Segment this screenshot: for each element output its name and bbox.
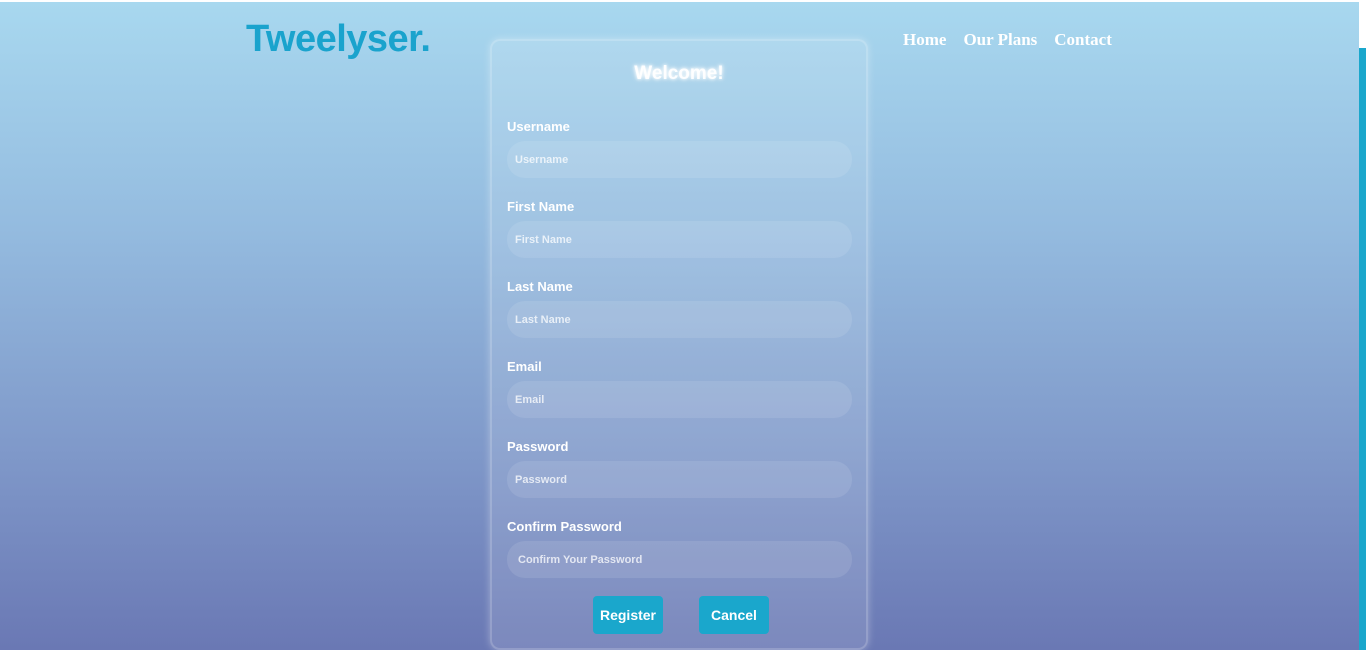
scrollbar-accent [1359, 48, 1366, 650]
email-label: Email [507, 359, 542, 374]
last-name-group: Last Name [507, 279, 852, 338]
password-input[interactable] [507, 461, 852, 498]
last-name-input[interactable] [507, 301, 852, 338]
password-group: Password [507, 439, 852, 498]
main-nav: Home Our Plans Contact [903, 28, 1112, 52]
registration-card: Welcome! Username First Name Last Name E… [490, 39, 868, 650]
first-name-group: First Name [507, 199, 852, 258]
username-group: Username [507, 119, 852, 178]
form-title: Welcome! [634, 63, 724, 84]
confirm-password-input[interactable] [507, 541, 852, 578]
password-label: Password [507, 439, 569, 454]
email-group: Email [507, 359, 852, 418]
register-button[interactable]: Register [593, 596, 663, 634]
username-input[interactable] [507, 141, 852, 178]
username-label: Username [507, 119, 570, 134]
nav-link-home[interactable]: Home [903, 28, 946, 52]
last-name-label: Last Name [507, 279, 573, 294]
confirm-password-label: Confirm Password [507, 519, 622, 534]
confirm-password-group: Confirm Password [507, 519, 852, 578]
cancel-button[interactable]: Cancel [699, 596, 769, 634]
email-input[interactable] [507, 381, 852, 418]
page-background: Tweelyser. Home Our Plans Contact Welcom… [0, 2, 1359, 650]
first-name-input[interactable] [507, 221, 852, 258]
nav-link-contact[interactable]: Contact [1054, 28, 1112, 52]
first-name-label: First Name [507, 199, 575, 214]
nav-link-our-plans[interactable]: Our Plans [963, 28, 1037, 52]
brand-logo[interactable]: Tweelyser. [246, 16, 431, 62]
